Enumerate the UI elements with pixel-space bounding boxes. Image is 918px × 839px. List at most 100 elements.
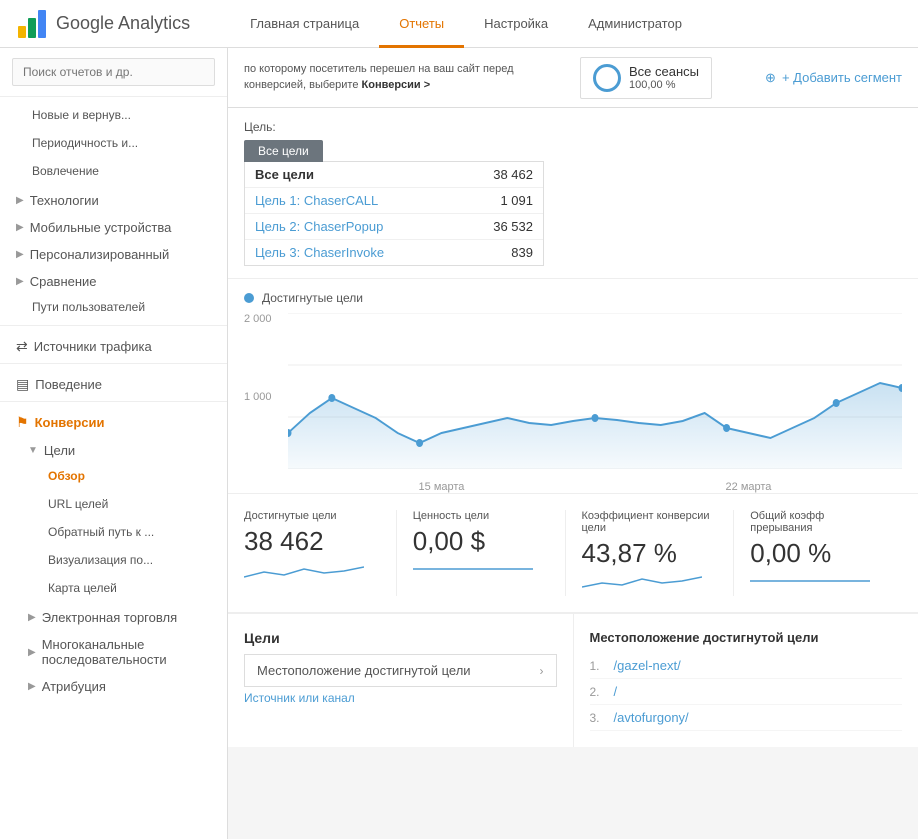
goal-name-2[interactable]: Цель 2: ChaserPopup xyxy=(255,219,383,234)
stat-label-conversion: Коэффициент конверсии цели xyxy=(582,510,718,534)
chart-legend: Достигнутые цели xyxy=(244,291,902,305)
sidebar-item-engagement[interactable]: Вовлечение xyxy=(0,157,227,185)
sidebar-item-attribution[interactable]: ▶ Атрибуция xyxy=(0,671,227,698)
chart-dot xyxy=(591,414,598,422)
sidebar-item-multichannel[interactable]: ▶ Многоканальные последовательности xyxy=(0,629,227,671)
sidebar-item-label: Конверсии xyxy=(35,415,105,430)
source-link[interactable]: Источник или канал xyxy=(244,691,557,705)
traffic-icon: ⇄ xyxy=(16,338,28,355)
sidebar-item-conversions[interactable]: ⚑ Конверсии xyxy=(0,406,227,435)
stat-box-abandonment: Общий коэфф прерывания 0,00 % xyxy=(734,510,902,596)
y-label-top: 2 000 xyxy=(244,313,272,325)
main-layout: Новые и вернув... Периодичность и... Вов… xyxy=(0,48,918,839)
chart-dot xyxy=(723,424,730,432)
sidebar-item-label: Персонализированный xyxy=(30,247,170,262)
chart-x-labels: 15 марта 22 марта xyxy=(288,481,902,493)
location-item-2[interactable]: 2. / xyxy=(590,679,903,705)
goal-val-all: 38 462 xyxy=(493,167,533,182)
sidebar-item-label: Обзор xyxy=(48,469,85,483)
logo: Google Analytics xyxy=(16,8,190,40)
y-label-mid: 1 000 xyxy=(244,391,272,403)
sparkline-goals xyxy=(244,557,364,581)
sidebar-item-label: Цели xyxy=(44,443,75,458)
sidebar-item-frequency[interactable]: Периодичность и... xyxy=(0,129,227,157)
goal-val-2: 36 532 xyxy=(493,219,533,234)
sidebar: Новые и вернув... Периодичность и... Вов… xyxy=(0,48,228,839)
arrow-icon: ▶ xyxy=(28,612,36,623)
sidebar-item-ecommerce[interactable]: ▶ Электронная торговля xyxy=(0,602,227,629)
segment-bar: по которому посетитель перешел на ваш са… xyxy=(228,48,918,108)
sidebar-item-label: Новые и вернув... xyxy=(32,108,131,122)
sidebar-item-label: Обратный путь к ... xyxy=(48,525,154,539)
stat-value-conversion: 43,87 % xyxy=(582,538,718,569)
sidebar-item-label: Мобильные устройства xyxy=(30,220,172,235)
location-item-1[interactable]: 1. /gazel-next/ xyxy=(590,653,903,679)
goal-name-1[interactable]: Цель 1: ChaserCALL xyxy=(255,193,378,208)
sidebar-item-label: Источники трафика xyxy=(34,339,152,354)
sidebar-item-goal-map[interactable]: Карта целей xyxy=(0,574,227,602)
goal-name-all: Все цели xyxy=(255,167,314,182)
goals-link-location-label: Местоположение достигнутой цели xyxy=(257,663,540,678)
location-item-3[interactable]: 3. /avtofurgony/ xyxy=(590,705,903,731)
goals-link-location[interactable]: Местоположение достигнутой цели › xyxy=(244,654,557,687)
location-section: Местоположение достигнутой цели 1. /gaze… xyxy=(574,614,918,747)
sidebar-item-goals[interactable]: ▼ Цели xyxy=(0,435,227,462)
location-num-1: 1. xyxy=(590,659,606,673)
sidebar-item-mobile[interactable]: ▶ Мобильные устройства xyxy=(0,212,227,239)
sidebar-item-behavior[interactable]: ▤ Поведение xyxy=(0,368,227,397)
stat-box-conversion: Коэффициент конверсии цели 43,87 % xyxy=(566,510,735,596)
sidebar-item-overview[interactable]: Обзор xyxy=(0,462,227,490)
segment-chip-text: Все сеансы 100,00 % xyxy=(629,64,699,91)
segment-info: по которому посетитель перешел на ваш са… xyxy=(244,62,564,93)
sidebar-item-goal-urls[interactable]: URL целей xyxy=(0,490,227,518)
add-segment-button[interactable]: ⊕ + Добавить сегмент xyxy=(765,70,902,86)
legend-dot xyxy=(244,293,254,303)
chart-dot xyxy=(328,394,335,402)
sidebar-item-personalized[interactable]: ▶ Персонализированный xyxy=(0,239,227,266)
sidebar-item-label: Поведение xyxy=(35,377,102,392)
goals-tab[interactable]: Все цели xyxy=(244,140,323,162)
goals-label: Цель: xyxy=(244,120,902,134)
chevron-right-icon: › xyxy=(540,664,544,678)
sparkline-value xyxy=(413,557,533,581)
nav-tab-settings[interactable]: Настройка xyxy=(464,1,568,48)
stats-row: Достигнутые цели 38 462 Ценность цели 0,… xyxy=(228,494,918,613)
nav-tab-reports[interactable]: Отчеты xyxy=(379,1,464,48)
stat-label-value: Ценность цели xyxy=(413,510,549,522)
sidebar-item-traffic-sources[interactable]: ⇄ Источники трафика xyxy=(0,330,227,359)
sidebar-item-comparison[interactable]: ▶ Сравнение xyxy=(0,266,227,293)
sidebar-item-label: URL целей xyxy=(48,497,108,511)
nav-tab-admin[interactable]: Администратор xyxy=(568,1,702,48)
sidebar-item-label: Вовлечение xyxy=(32,164,99,178)
goal-val-1: 1 091 xyxy=(500,193,533,208)
stat-box-goals: Достигнутые цели 38 462 xyxy=(244,510,397,596)
goals-table: Все цели 38 462 Цель 1: ChaserCALL 1 091… xyxy=(244,161,544,266)
location-list: 1. /gazel-next/ 2. / 3. /avtofurgony/ xyxy=(590,653,903,731)
search-input[interactable] xyxy=(12,58,215,86)
arrow-down-icon: ▼ xyxy=(28,445,38,456)
x-label-2: 22 марта xyxy=(726,481,772,493)
sidebar-item-technology[interactable]: ▶ Технологии xyxy=(0,185,227,212)
logo-icon xyxy=(16,8,48,40)
chart-section: Достигнутые цели 2 000 1 000 xyxy=(228,279,918,494)
arrow-icon: ▶ xyxy=(16,276,24,287)
sidebar-item-user-paths[interactable]: Пути пользователей xyxy=(0,293,227,321)
location-num-3: 3. xyxy=(590,711,606,725)
flag-icon: ⚑ xyxy=(16,414,29,431)
plus-icon: ⊕ xyxy=(765,70,776,86)
goal-name-3[interactable]: Цель 3: ChaserInvoke xyxy=(255,245,384,260)
goals-section: Цель: Все цели Все цели 38 462 Цель 1: C… xyxy=(228,108,918,279)
nav-tab-home[interactable]: Главная страница xyxy=(230,1,379,48)
sidebar-item-new-returning[interactable]: Новые и вернув... xyxy=(0,101,227,129)
search-box xyxy=(0,48,227,97)
sparkline-conversion xyxy=(582,569,702,593)
goals-links-section: Цели Местоположение достигнутой цели › И… xyxy=(228,614,574,747)
location-label-2: / xyxy=(614,684,618,699)
sidebar-item-label: Пути пользователей xyxy=(32,300,145,314)
sidebar-item-visualization[interactable]: Визуализация по... xyxy=(0,546,227,574)
chart-fill xyxy=(288,383,902,469)
segment-info-link[interactable]: Конверсии > xyxy=(362,79,431,91)
sidebar-section: Новые и вернув... Периодичность и... Вов… xyxy=(0,97,227,702)
sidebar-item-reverse-path[interactable]: Обратный путь к ... xyxy=(0,518,227,546)
chart-y-labels: 2 000 1 000 xyxy=(244,313,272,469)
